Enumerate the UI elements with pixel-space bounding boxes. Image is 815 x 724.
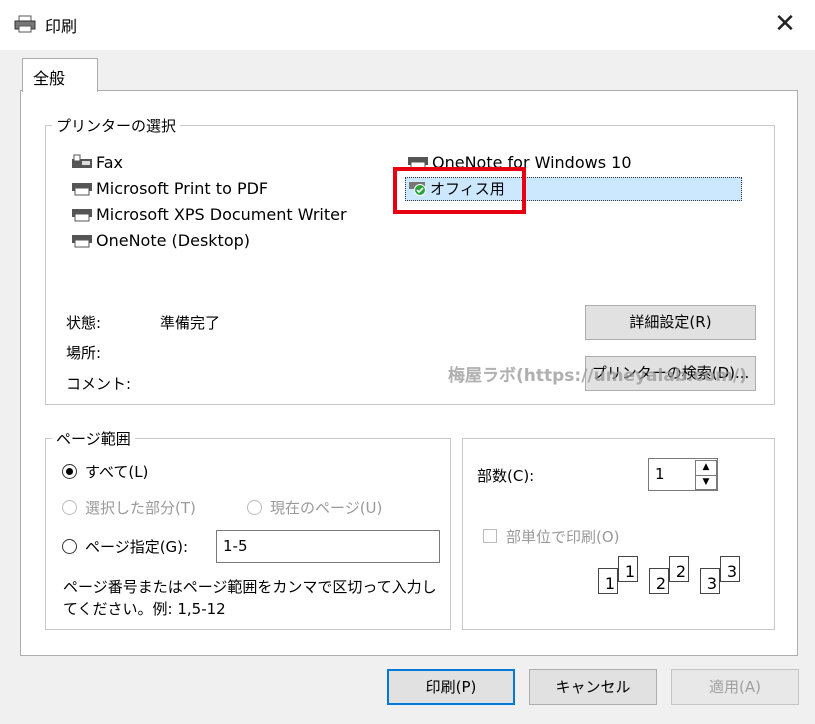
- printer-select-legend: プリンターの選択: [52, 115, 181, 136]
- radio-current-page-label: 現在のページ(U): [270, 499, 383, 517]
- watermark: 梅屋ラボ(https://umeyalab.com/): [448, 366, 747, 386]
- radio-pages[interactable]: [62, 539, 77, 554]
- pages-input[interactable]: 1-5: [216, 530, 440, 563]
- printer-icon: [72, 209, 92, 222]
- collate-page: 3: [720, 556, 740, 582]
- printer-icon: [72, 183, 92, 196]
- collate-page: 2: [649, 568, 669, 594]
- printer-item-label: Microsoft XPS Document Writer: [96, 204, 347, 224]
- copies-stepper[interactable]: ▲ ▼: [695, 460, 717, 490]
- printer-item-xps[interactable]: Microsoft XPS Document Writer: [70, 203, 347, 225]
- fax-icon: [72, 154, 92, 168]
- radio-selection[interactable]: [62, 500, 77, 515]
- status-value: 準備完了: [160, 314, 221, 332]
- collate-label: 部単位で印刷(O): [506, 528, 620, 546]
- printer-item-label: OneNote (Desktop): [96, 230, 251, 250]
- location-label: 場所:: [66, 344, 102, 362]
- tab-general[interactable]: 全般: [22, 58, 98, 92]
- status-label: 状態:: [66, 314, 102, 332]
- radio-selection-label: 選択した部分(T): [85, 499, 196, 517]
- page-range-hint: ページ番号またはページ範囲をカンマで区切って入力してください。例: 1,5-12: [63, 578, 437, 618]
- printer-icon: [14, 15, 36, 37]
- window-title: 印刷: [45, 17, 78, 36]
- close-icon[interactable]: ✕: [771, 10, 799, 38]
- print-button[interactable]: 印刷(P): [387, 669, 515, 705]
- page-range-legend: ページ範囲: [52, 428, 135, 449]
- chevron-down-icon[interactable]: ▼: [696, 476, 716, 490]
- printer-item-fax[interactable]: Fax: [70, 151, 123, 173]
- radio-all-label: すべて(L): [85, 463, 149, 481]
- highlight-box: [393, 167, 526, 214]
- printer-item-label: Fax: [96, 152, 124, 172]
- collate-page: 1: [618, 556, 638, 582]
- cancel-button[interactable]: キャンセル: [529, 669, 657, 705]
- chevron-up-icon[interactable]: ▲: [696, 461, 716, 476]
- collate-page: 1: [598, 568, 618, 594]
- radio-current-page[interactable]: [247, 500, 262, 515]
- printer-item-pdf[interactable]: Microsoft Print to PDF: [70, 177, 268, 199]
- title-bar[interactable]: 印刷 ✕: [0, 0, 815, 50]
- printer-item-onenote-desktop[interactable]: OneNote (Desktop): [70, 229, 250, 251]
- tab-general-label: 全般: [33, 69, 66, 88]
- apply-button[interactable]: 適用(A): [671, 669, 799, 705]
- printer-item-label: Microsoft Print to PDF: [96, 178, 269, 198]
- print-dialog: 印刷 ✕ 全般 プリンターの選択 Fax Microsoft Print to …: [0, 0, 815, 724]
- printer-icon: [72, 235, 92, 248]
- collate-page: 3: [700, 568, 720, 594]
- preferences-button[interactable]: 詳細設定(R): [585, 305, 756, 340]
- collate-page: 2: [669, 556, 689, 582]
- comment-label: コメント:: [66, 375, 132, 393]
- radio-all[interactable]: [62, 464, 77, 479]
- radio-pages-label: ページ指定(G):: [85, 538, 189, 556]
- copies-label: 部数(C):: [477, 467, 535, 485]
- collate-checkbox[interactable]: [483, 529, 497, 543]
